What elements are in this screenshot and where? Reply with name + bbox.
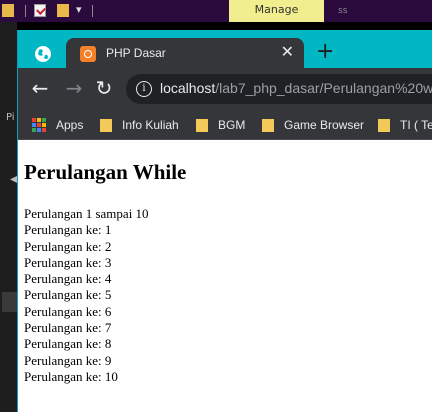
folder-icon: [196, 118, 208, 132]
toolbar-separator: [92, 5, 93, 17]
loop-line: Perulangan ke: 8: [24, 336, 112, 352]
customize-dropdown-icon[interactable]: ▾: [76, 3, 82, 16]
loop-line: Perulangan ke: 7: [24, 320, 112, 336]
apps-grid-icon: [32, 118, 46, 132]
address-bar[interactable]: i localhost/lab7_php_dasar/Perulangan%20…: [126, 74, 432, 104]
bookmark-label: Game Browser: [284, 118, 365, 132]
loop-line: Perulangan ke: 6: [24, 303, 112, 319]
new-folder-icon[interactable]: [57, 4, 69, 17]
explorer-quick-access-bar: ▾ Manage ss: [0, 0, 432, 22]
close-icon[interactable]: ✕: [281, 44, 294, 60]
url-text[interactable]: localhost/lab7_php_dasar/Perulangan%20wh…: [160, 80, 432, 96]
page-content: Perulangan While Perulangan 1 sampai 10 …: [18, 140, 432, 412]
browser-toolbar: ← → ↻ i localhost/lab7_php_dasar/Perulan…: [18, 68, 432, 110]
bookmark-label: Info Kuliah: [122, 118, 179, 132]
loop-line: Perulangan ke: 5: [24, 287, 112, 303]
explorer-side-panel: Pi ◀: [0, 22, 18, 412]
page-heading: Perulangan While: [24, 160, 187, 184]
tab-strip: PHP Dasar ✕ +: [18, 30, 432, 68]
window-title-fragment: ss: [338, 6, 348, 16]
reload-icon[interactable]: ↻: [92, 76, 116, 100]
loop-line: Perulangan ke: 9: [24, 352, 112, 368]
tab-php-dasar[interactable]: PHP Dasar ✕: [66, 38, 304, 68]
manage-ribbon-tab[interactable]: Manage: [229, 0, 324, 22]
loop-output: Perulangan 1 sampai 10 Perulangan ke: 1 …: [24, 206, 149, 385]
loop-line: Perulangan ke: 10: [24, 368, 118, 384]
intro-line: Perulangan 1 sampai 10: [24, 206, 149, 221]
url-host: localhost: [160, 80, 216, 96]
site-info-icon[interactable]: i: [136, 81, 152, 97]
new-tab-button[interactable]: +: [316, 41, 334, 63]
bookmark-ti[interactable]: TI ( Te: [378, 110, 432, 140]
loop-line: Perulangan ke: 4: [24, 271, 112, 287]
xampp-favicon-icon: [80, 46, 96, 62]
folder-icon[interactable]: [2, 4, 14, 17]
folder-icon: [378, 118, 390, 132]
forward-arrow-icon[interactable]: →: [62, 76, 86, 100]
bookmark-label: BGM: [218, 118, 246, 132]
loop-line: Perulangan ke: 2: [24, 238, 112, 254]
properties-check-icon[interactable]: [34, 4, 46, 17]
bookmark-label: TI ( Te: [400, 118, 432, 132]
browser-window: PHP Dasar ✕ + ← → ↻ i localhost/lab7_php…: [17, 30, 432, 412]
folder-icon: [262, 118, 274, 132]
side-selected-row[interactable]: [2, 292, 17, 312]
back-arrow-icon[interactable]: ←: [28, 76, 52, 100]
globe-icon[interactable]: [34, 45, 52, 63]
tab-title: PHP Dasar: [106, 46, 166, 60]
bookmark-label: Apps: [56, 118, 84, 132]
folder-icon: [100, 118, 112, 132]
bookmark-bgm[interactable]: BGM: [196, 110, 245, 140]
bookmarks-bar: Apps Info Kuliah BGM Game Browser TI ( T…: [18, 110, 432, 140]
loop-line: Perulangan ke: 1: [24, 222, 112, 238]
bookmark-game-browser[interactable]: Game Browser: [262, 110, 364, 140]
url-path: /lab7_php_dasar/Perulangan%20while.php: [215, 80, 432, 96]
loop-line: Perulangan ke: 3: [24, 254, 112, 270]
side-text-fragment: Pi: [6, 112, 15, 123]
bookmark-info-kuliah[interactable]: Info Kuliah: [100, 110, 179, 140]
bookmark-apps[interactable]: Apps: [32, 110, 83, 140]
toolbar-separator: [25, 5, 26, 17]
